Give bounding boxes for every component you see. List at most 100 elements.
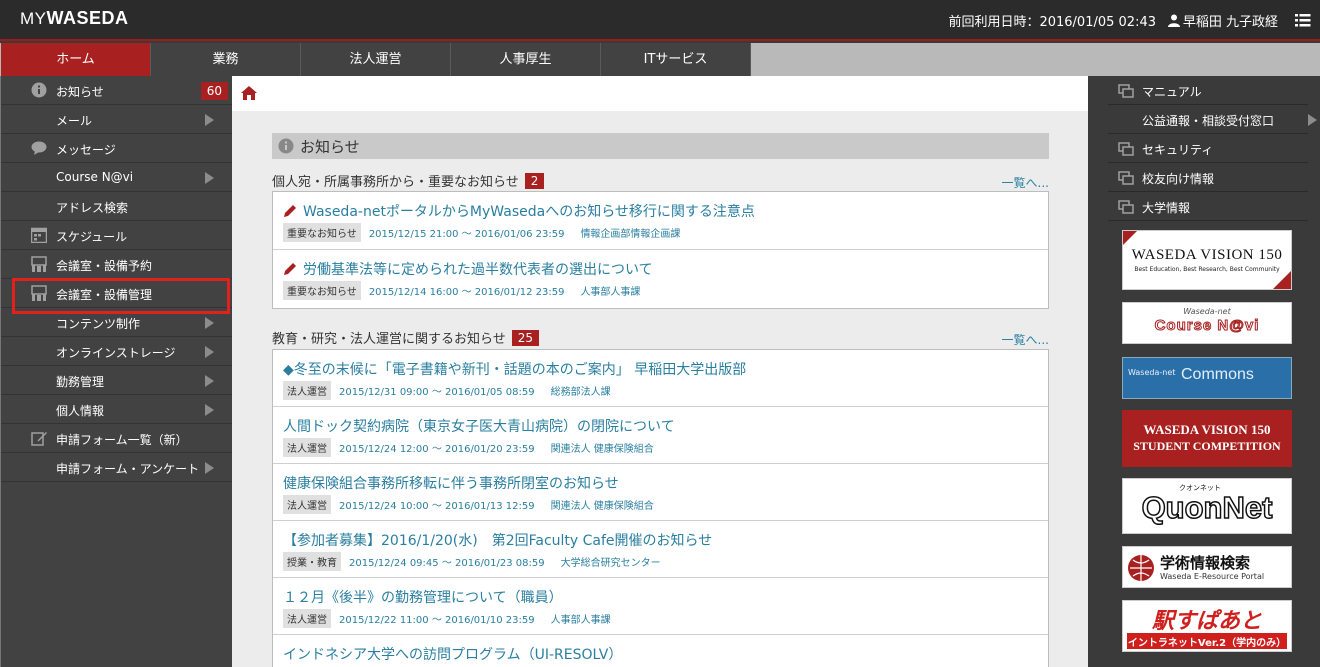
notice-title-link[interactable]: インドネシア大学への訪問プログラム（UI-RESOLV） <box>283 644 622 664</box>
sidebar-item-mail[interactable]: メール <box>1 105 232 134</box>
sidebar-item-online-storage[interactable]: オンラインストレージ <box>1 337 232 366</box>
notice-period: 2015/12/24 10:00 ～ 2016/01/13 12:59 <box>339 501 535 512</box>
notice-meta: 法人運営 2015/12/24 10:00 ～ 2016/01/13 12:59 関… <box>283 495 654 514</box>
logo-my: MY <box>20 9 47 28</box>
sidebar-item-room-reservation[interactable]: 会議室・設備予約 <box>1 250 232 279</box>
banner-commons[interactable]: Waseda-net Commons <box>1122 357 1292 399</box>
link-whistleblowing[interactable]: 公益通報・相談受付窓口 <box>1108 105 1317 134</box>
notice-period: 2015/12/22 11:00 ～ 2016/01/10 23:59 <box>339 615 535 626</box>
breadcrumb <box>232 76 1088 111</box>
banner-waseda-vision-150[interactable]: WASEDA VISION 150 Best Education, Best R… <box>1122 230 1292 290</box>
sidebar-item-label: 申請フォーム・アンケート <box>56 462 200 476</box>
sidebar-item-label: 勤務管理 <box>56 375 105 389</box>
link-label: 大学情報 <box>1142 201 1191 215</box>
view-all-link[interactable]: 一覧へ... <box>1002 174 1049 191</box>
tab-home[interactable]: ホーム <box>1 43 151 76</box>
sidebar-item-attendance[interactable]: 勤務管理 <box>1 366 232 395</box>
banner-ekispert[interactable]: 駅すぱあと イントラネットVer.2（学内のみ） <box>1122 600 1292 652</box>
banner-quonnet[interactable]: クオンネット QuonNet <box>1122 478 1292 534</box>
arrow-right-icon <box>205 114 214 126</box>
notice-title-link[interactable]: 健康保険組合事務所移転に伴う事務所閉室のお知らせ <box>283 473 619 493</box>
sidebar-item-course-navi[interactable]: Course N@vi <box>1 163 232 192</box>
user-name: 早稲田 九子政経 <box>1182 15 1278 30</box>
category-tag: 法人運営 <box>283 495 331 514</box>
link-manual[interactable]: マニュアル <box>1108 76 1308 105</box>
banner-eresource-portal[interactable]: 学術情報検索 Waseda E-Resource Portal <box>1122 546 1292 588</box>
notice-title-link[interactable]: 人間ドック契約病院（東京女子医大青山病院）の閉院について <box>283 416 675 436</box>
notice-title: Waseda-netポータルからMyWasedaへのお知らせ移行に関する注意点 <box>303 204 755 220</box>
notice-department: 関連法人 健康保険組合 <box>550 501 654 512</box>
notice-department: 人事部人事課 <box>580 287 641 298</box>
tab-it-services[interactable]: ITサービス <box>601 43 751 76</box>
sidebar-item-application-forms-new[interactable]: 申請フォーム一覧（新） <box>1 424 232 453</box>
link-security[interactable]: セキュリティ <box>1108 134 1308 163</box>
arrow-right-icon <box>205 172 214 184</box>
sidebar-item-room-management[interactable]: 会議室・設備管理 <box>1 279 232 308</box>
main-nav: ホーム 業務 法人運営 人事厚生 ITサービス <box>0 43 1320 76</box>
sidebar-item-label: コンテンツ制作 <box>56 317 141 331</box>
notice-meta: 重要なお知らせ 2015/12/15 21:00 ～ 2016/01/06 23:… <box>283 223 680 242</box>
view-all-link[interactable]: 一覧へ... <box>1002 331 1049 348</box>
notice-meta: 重要なお知らせ 2015/12/14 16:00 ～ 2016/01/12 23:… <box>283 281 640 300</box>
section-title: お知らせ <box>300 138 360 156</box>
sidebar-item-label: アドレス検索 <box>56 201 129 215</box>
notice-department: 情報企画部情報企画課 <box>580 229 681 240</box>
arrow-right-icon <box>205 375 214 387</box>
arrow-right-icon <box>1308 114 1317 126</box>
external-window-icon <box>1118 171 1134 185</box>
arrow-right-icon <box>205 317 214 329</box>
category-tag: 法人運営 <box>283 609 331 628</box>
banner-course-navi[interactable]: Waseda-net Course N@vi <box>1122 302 1292 344</box>
notice-period: 2015/12/14 16:00 ～ 2016/01/12 23:59 <box>368 287 565 298</box>
notice-title-link[interactable]: １２月《後半》の勤務管理について（職員） <box>283 587 563 607</box>
notice-title-link[interactable]: ◆冬至の末候に「電子書籍や新刊・話題の本のご案内」 早稲田大学出版部 <box>283 359 746 379</box>
banner-main: Course N@vi <box>1154 317 1260 335</box>
notice-period: 2015/12/15 21:00 ～ 2016/01/06 23:59 <box>368 229 565 240</box>
notice-title-link[interactable]: Waseda-netポータルからMyWasedaへのお知らせ移行に関する注意点 <box>283 201 755 221</box>
list-menu-icon[interactable] <box>1295 13 1311 27</box>
arrow-right-icon <box>205 404 214 416</box>
vision-corner-right <box>1273 271 1291 289</box>
link-university-info[interactable]: 大学情報 <box>1108 192 1308 221</box>
notice-department: 大学総合研究センター <box>560 558 661 569</box>
category-tag: 法人運営 <box>283 381 331 400</box>
sidebar-item-notices[interactable]: お知らせ 60 <box>1 76 232 105</box>
banner-sub: Waseda E-Resource Portal <box>1160 572 1265 581</box>
globe-icon <box>1128 555 1154 581</box>
sidebar-item-application-survey[interactable]: 申請フォーム・アンケート <box>1 453 232 482</box>
user-icon <box>1167 14 1180 27</box>
notice-period: 2015/12/24 09:45 ～ 2016/01/23 08:59 <box>349 558 545 569</box>
sidebar-item-message[interactable]: メッセージ <box>1 134 232 163</box>
sidebar-item-address-search[interactable]: アドレス検索 <box>1 192 232 221</box>
building-icon <box>31 256 47 272</box>
sidebar-item-label: オンラインストレージ <box>56 346 176 360</box>
tab-hr-welfare[interactable]: 人事厚生 <box>451 43 601 76</box>
sidebar-item-label: スケジュール <box>56 230 128 244</box>
notice-title-link[interactable]: 【参加者募集】2016/1/20(水) 第2回Faculty Cafe開催のお知… <box>283 530 712 550</box>
tab-business[interactable]: 業務 <box>151 43 301 76</box>
arrow-right-icon <box>205 462 214 474</box>
sidebar-item-schedule[interactable]: スケジュール <box>1 221 232 250</box>
logo-name: WASEDA <box>46 8 129 28</box>
user-menu[interactable]: 早稲田 九子政経 <box>1167 11 1278 30</box>
banner-prefix: Waseda-net <box>1128 368 1176 377</box>
mywaseda-logo[interactable]: MYWASEDA <box>20 8 129 29</box>
notices-section-header: お知らせ <box>272 133 1049 159</box>
category-tag: 重要なお知らせ <box>283 281 361 300</box>
home-icon[interactable] <box>241 86 257 100</box>
sidebar-item-content-production[interactable]: コンテンツ制作 <box>1 308 232 337</box>
sidebar: お知らせ 60 メール メッセージ Course N@vi アドレス検索 スケジ… <box>0 76 232 667</box>
tab-corporate[interactable]: 法人運営 <box>301 43 451 76</box>
sidebar-item-label: 会議室・設備管理 <box>56 288 153 302</box>
building-icon <box>31 285 47 301</box>
main-content: お知らせ 個人宛・所属事務所から・重要なお知らせ 2 一覧へ... Waseda-… <box>232 76 1088 667</box>
info-icon <box>278 138 294 154</box>
link-label: マニュアル <box>1142 85 1202 99</box>
sidebar-item-personal-info[interactable]: 個人情報 <box>1 395 232 424</box>
notice-title-link[interactable]: 労働基準法等に定められた過半数代表者の選出について <box>283 259 653 279</box>
link-alumni-info[interactable]: 校友向け情報 <box>1108 163 1308 192</box>
notice-count-badge: 60 <box>200 82 228 100</box>
sidebar-item-label: メール <box>56 114 93 128</box>
banner-student-competition[interactable]: WASEDA VISION 150 STUDENT COMPETITION <box>1122 410 1292 467</box>
pencil-icon <box>284 263 296 275</box>
